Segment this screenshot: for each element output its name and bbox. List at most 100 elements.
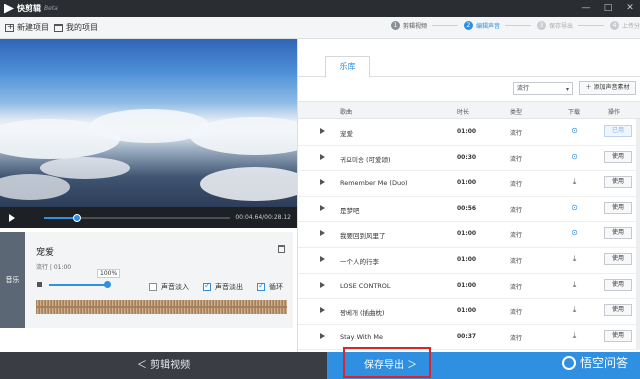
song-name: Stay With Me — [340, 332, 384, 341]
play-icon[interactable] — [9, 213, 15, 222]
step-divider — [504, 25, 531, 26]
add-audio-button[interactable]: ＋ 添加声音素材 — [579, 81, 636, 95]
play-icon[interactable] — [320, 255, 325, 262]
step-number: 3 — [536, 21, 546, 30]
song-row[interactable]: 宠爱 01:00 流行 ⊙ 已用 — [298, 120, 640, 146]
loop-checkbox[interactable]: 循环 — [257, 281, 283, 292]
playback-time: 00:04.64/00:28.12 — [235, 214, 291, 221]
download-icon[interactable]: ⤓ — [570, 254, 579, 263]
step-number: 2 — [463, 21, 473, 30]
step-label: 编辑声音 — [475, 23, 500, 30]
step-indicator: 1 剪辑视频 2 编辑声音 3 保存导出 4 上传分 — [385, 21, 640, 30]
step-cut-video[interactable]: 1 剪辑视频 — [390, 21, 427, 30]
column-download: 下载 — [568, 109, 581, 116]
my-projects-button[interactable]: 我的项目 — [54, 22, 98, 33]
watermark-logo-icon — [561, 355, 576, 370]
step-save-export[interactable]: 3 保存导出 — [536, 21, 573, 30]
genre-dropdown[interactable]: 流行 ▾ — [513, 82, 573, 95]
use-button[interactable]: 使用 — [604, 227, 632, 240]
play-icon[interactable] — [320, 230, 325, 237]
song-row[interactable]: 是梦吧 00:56 流行 ⊙ 使用 — [298, 197, 640, 223]
play-icon[interactable] — [320, 153, 325, 160]
song-row[interactable]: 我要回到风里了 01:00 流行 ⊙ 使用 — [298, 222, 640, 248]
my-projects-label: 我的项目 — [66, 23, 98, 32]
library-scrollbar[interactable] — [636, 119, 640, 349]
download-icon[interactable]: ⤓ — [570, 331, 579, 340]
volume-slider[interactable] — [49, 284, 107, 286]
download-icon[interactable]: ⤓ — [570, 280, 579, 289]
checkbox-box[interactable] — [203, 281, 211, 291]
use-button[interactable]: 使用 — [604, 278, 632, 291]
downloaded-check-icon: ⊙ — [571, 151, 578, 161]
checkbox-box[interactable] — [257, 281, 265, 291]
step-upload[interactable]: 4 上传分 — [609, 21, 640, 30]
maximize-icon[interactable]: □ — [601, 2, 615, 14]
play-icon[interactable] — [320, 128, 325, 134]
step-edit-audio[interactable]: 2 编辑声音 — [463, 21, 500, 30]
audio-song-meta: 流行 | 01:00 — [36, 264, 72, 271]
seek-bar[interactable] — [44, 214, 230, 222]
use-button[interactable]: 使用 — [604, 329, 632, 342]
watermark: 悟空问答 — [561, 354, 628, 371]
app-logo: 快剪辑 Beta — [4, 3, 58, 14]
song-type: 流行 — [510, 232, 523, 240]
audio-waveform[interactable] — [36, 300, 287, 314]
audio-clip-panel[interactable]: 宠爱 流行 | 01:00 100% 声音淡入 声音淡出 循环 — [25, 232, 293, 328]
play-icon[interactable] — [320, 332, 325, 339]
checkbox-label: 声音淡入 — [161, 283, 189, 291]
player-controls: 00:04.64/00:28.12 — [0, 207, 297, 228]
trash-icon[interactable] — [278, 245, 285, 253]
title-bar: 快剪辑 Beta — □ ✕ — [0, 0, 640, 17]
song-row[interactable]: LOSE CONTROL 01:00 流行 ⤓ 使用 — [298, 274, 640, 300]
app-badge: Beta — [44, 5, 58, 12]
tab-music-library[interactable]: 乐库 — [325, 56, 370, 78]
fade-in-checkbox[interactable]: 声音淡入 — [149, 282, 189, 292]
play-icon[interactable] — [320, 281, 325, 288]
use-button[interactable]: 使用 — [604, 150, 632, 163]
step-divider — [577, 25, 604, 26]
use-button[interactable]: 使用 — [604, 201, 632, 214]
download-icon[interactable]: ⤓ — [570, 177, 579, 186]
song-row[interactable]: Remember Me (Duo) 01:00 流行 ⤓ 使用 — [298, 171, 640, 197]
use-button[interactable]: 使用 — [604, 252, 632, 265]
fade-out-checkbox[interactable]: 声音淡出 — [203, 281, 243, 292]
video-preview[interactable] — [0, 39, 297, 207]
song-duration: 00:30 — [457, 153, 477, 161]
toolbar: 新建项目 我的项目 1 剪辑视频 2 编辑声音 3 保存导出 4 上传分 — [0, 17, 640, 39]
step-label: 剪辑视频 — [402, 23, 427, 30]
minimize-icon[interactable]: — — [579, 2, 593, 14]
close-icon[interactable]: ✕ — [623, 2, 637, 14]
song-row[interactable]: 一个人的行李 01:00 流行 ⤓ 使用 — [298, 248, 640, 274]
song-row[interactable]: Stay With Me 00:37 流行 ⤓ 使用 — [298, 325, 640, 351]
library-tabs: 乐库 — [298, 39, 640, 78]
song-type: 流行 — [510, 181, 523, 189]
song-duration: 00:56 — [457, 204, 477, 212]
use-button[interactable]: 使用 — [604, 304, 632, 317]
song-row[interactable]: 귀요미송 (可爱颂) 00:30 流行 ⊙ 使用 — [298, 146, 640, 172]
song-name: 짱베개 (插曲枕) — [340, 309, 385, 318]
column-song: 歌曲 — [340, 109, 353, 116]
song-duration: 01:00 — [457, 255, 477, 263]
back-to-cut-video-button[interactable]: ＜ 剪辑视频 — [0, 352, 327, 379]
play-icon[interactable] — [320, 307, 325, 314]
volume-value: 100% — [97, 269, 121, 278]
downloaded-check-icon: ⊙ — [571, 126, 578, 135]
song-row[interactable]: 짱베개 (插曲枕) 01:00 流行 ⤓ 使用 — [298, 299, 640, 325]
song-type: 流行 — [510, 206, 523, 214]
genre-dropdown-value: 流行 — [517, 85, 530, 92]
volume-handle[interactable] — [104, 281, 111, 288]
song-name: 귀요미송 (可爱颂) — [340, 155, 391, 164]
column-type: 类型 — [510, 109, 523, 116]
new-project-button[interactable]: 新建项目 — [5, 22, 49, 33]
checkbox-box[interactable] — [149, 283, 157, 291]
play-icon[interactable] — [320, 204, 325, 211]
song-name: 是梦吧 — [340, 206, 360, 215]
download-icon[interactable]: ⤓ — [570, 305, 579, 314]
play-logo-icon — [4, 3, 14, 14]
use-button[interactable]: 已用 — [604, 125, 632, 137]
seek-handle[interactable] — [73, 214, 82, 222]
audio-track: 音乐 宠爱 流行 | 01:00 100% 声音淡入 声音淡出 循环 — [0, 228, 297, 352]
song-list: 宠爱 01:00 流行 ⊙ 已用 귀요미송 (可爱颂) 00:30 流行 ⊙ 使用 Remember… — [298, 120, 640, 351]
use-button[interactable]: 使用 — [604, 176, 632, 189]
play-icon[interactable] — [320, 179, 325, 186]
